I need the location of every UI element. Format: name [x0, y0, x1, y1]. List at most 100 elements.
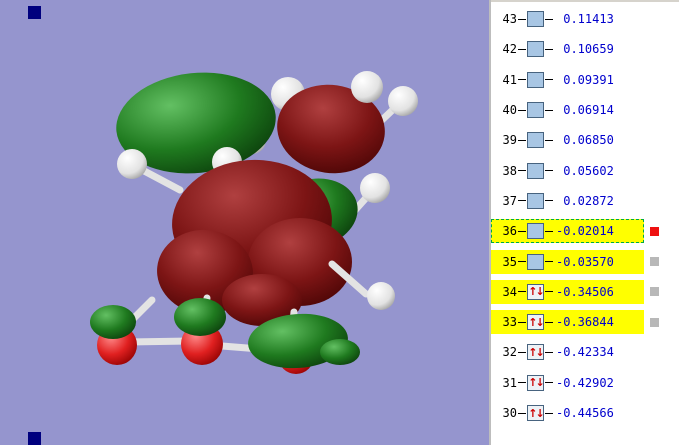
- tick-line-left: [518, 351, 526, 353]
- orbital-number: 38: [502, 163, 517, 178]
- molecular-orbital-render: [90, 71, 418, 374]
- orbital-row-inner[interactable]: 43 0.11413: [491, 7, 644, 31]
- orbital-row[interactable]: 40 0.06914: [491, 95, 679, 125]
- orbital-energy-value: 0.06914: [556, 103, 614, 118]
- tick-line-right: [545, 139, 553, 141]
- orbital-row[interactable]: 30 ↑↓ -0.44566: [491, 398, 679, 428]
- tick-line-left: [518, 291, 526, 293]
- orbital-number: 31: [502, 375, 517, 390]
- molecule-viewport[interactable]: [0, 0, 489, 445]
- tick-line-right: [545, 291, 553, 293]
- orbital-number: 37: [502, 193, 517, 208]
- orbital-energy-value: 0.02872: [556, 193, 614, 208]
- virtual-orbital-icon[interactable]: [527, 71, 544, 88]
- orbital-row[interactable]: 35 -0.03570: [491, 246, 679, 276]
- tick-line-left: [518, 170, 526, 172]
- orbital-energy-value: 0.10659: [556, 42, 614, 57]
- orbital-energy-value: -0.42902: [556, 375, 614, 390]
- orbital-row[interactable]: 38 0.05602: [491, 155, 679, 185]
- orbital-energy-value: 0.06850: [556, 133, 614, 148]
- virtual-orbital-icon[interactable]: [527, 132, 544, 149]
- orbital-number: 43: [502, 12, 517, 27]
- tick-line-left: [518, 412, 526, 414]
- tick-line-left: [518, 109, 526, 111]
- orbital-row[interactable]: 36 -0.02014: [491, 216, 679, 246]
- orbital-number: 41: [502, 72, 517, 87]
- orbital-energy-value: 0.09391: [556, 72, 614, 87]
- tick-line-right: [545, 48, 553, 50]
- orbital-number: 35: [502, 254, 517, 269]
- orbital-number: 40: [502, 103, 517, 118]
- tick-line-left: [518, 382, 526, 384]
- orbital-row[interactable]: 37 0.02872: [491, 186, 679, 216]
- virtual-orbital-icon[interactable]: [527, 192, 544, 209]
- occupied-orbital-icon[interactable]: ↑↓: [527, 374, 544, 391]
- tick-line-right: [545, 109, 553, 111]
- tick-line-left: [518, 48, 526, 50]
- tick-line-left: [518, 139, 526, 141]
- occupied-orbital-icon[interactable]: ↑↓: [527, 314, 544, 331]
- orbital-marker[interactable]: [650, 257, 659, 267]
- orbital-row-inner[interactable]: 32 ↑↓ -0.42334: [491, 340, 644, 364]
- orbital-energy-value: -0.02014: [556, 224, 614, 239]
- orbital-row-inner[interactable]: 33 ↑↓ -0.36844: [491, 310, 644, 335]
- tick-line-left: [518, 18, 526, 20]
- orbital-row-inner[interactable]: 40 0.06914: [491, 98, 644, 122]
- orbital-number: 33: [502, 315, 517, 330]
- tick-line-left: [518, 200, 526, 202]
- tick-line-left: [518, 261, 526, 263]
- orbital-row[interactable]: 39 0.06850: [491, 125, 679, 155]
- orbital-row[interactable]: 41 0.09391: [491, 65, 679, 95]
- tick-line-left: [518, 79, 526, 81]
- tick-line-right: [545, 382, 553, 384]
- tick-line-right: [545, 200, 553, 202]
- occupied-orbital-icon[interactable]: ↑↓: [527, 405, 544, 421]
- orbital-row-inner[interactable]: 41 0.09391: [491, 68, 644, 92]
- orbital-row-inner[interactable]: 30 ↑↓ -0.44566: [491, 401, 644, 425]
- orbital-row[interactable]: 32 ↑↓ -0.42334: [491, 337, 679, 367]
- orbital-number: 30: [502, 406, 517, 420]
- orbital-marker[interactable]: [650, 287, 659, 297]
- orbital-row[interactable]: 42 0.10659: [491, 34, 679, 64]
- tick-line-right: [545, 261, 553, 263]
- mo-viewer-window: 43 0.11413 42 0.10659 41 0.09391 40 0.06…: [0, 0, 679, 445]
- occupied-orbital-icon[interactable]: ↑↓: [527, 344, 544, 361]
- orbital-row-inner[interactable]: 37 0.02872: [491, 189, 644, 213]
- tick-line-left: [518, 230, 526, 232]
- hydrogen-atom: [351, 71, 383, 103]
- orbital-row-inner[interactable]: 31 ↑↓ -0.42902: [491, 371, 644, 395]
- orbital-energy-value: -0.36844: [556, 315, 614, 330]
- tick-line-right: [545, 321, 553, 323]
- virtual-orbital-icon[interactable]: [527, 223, 544, 240]
- occupied-orbital-icon[interactable]: ↑↓: [527, 283, 544, 300]
- virtual-orbital-icon[interactable]: [527, 41, 544, 58]
- virtual-orbital-icon[interactable]: [527, 162, 544, 179]
- orbital-marker[interactable]: [650, 226, 659, 236]
- virtual-orbital-icon[interactable]: [527, 102, 544, 119]
- virtual-orbital-icon[interactable]: [527, 253, 544, 270]
- orbital-energy-value: 0.05602: [556, 163, 614, 178]
- hydrogen-atom: [388, 86, 418, 116]
- orbital-row-inner[interactable]: 42 0.10659: [491, 37, 644, 61]
- tick-line-right: [545, 18, 553, 20]
- tick-line-right: [545, 230, 553, 232]
- orbital-row[interactable]: 33 ↑↓ -0.36844: [491, 307, 679, 337]
- orbital-row-inner[interactable]: 38 0.05602: [491, 159, 644, 183]
- orbital-row[interactable]: 31 ↑↓ -0.42902: [491, 368, 679, 398]
- orbital-row-inner[interactable]: 36 -0.02014: [491, 219, 644, 244]
- orbital-energy-value: 0.11413: [556, 12, 614, 27]
- orbital-row[interactable]: 34 ↑↓ -0.34506: [491, 277, 679, 307]
- orbital-marker[interactable]: [650, 317, 659, 327]
- orbital-row[interactable]: 43 0.11413: [491, 4, 679, 34]
- orbital-row-inner[interactable]: 34 ↑↓ -0.34506: [491, 279, 644, 304]
- virtual-orbital-icon[interactable]: [527, 11, 544, 28]
- orbital-row-inner[interactable]: 35 -0.03570: [491, 249, 644, 274]
- orbital-energy-value: -0.34506: [556, 284, 614, 299]
- orbital-row-inner[interactable]: 39 0.06850: [491, 128, 644, 152]
- orbital-energy-value: -0.44566: [556, 406, 614, 420]
- tick-line-right: [545, 351, 553, 353]
- orbital-number: 42: [502, 42, 517, 57]
- hydrogen-atom: [367, 282, 395, 310]
- corner-marker-top: [28, 6, 41, 19]
- orbital-energy-value: -0.03570: [556, 254, 614, 269]
